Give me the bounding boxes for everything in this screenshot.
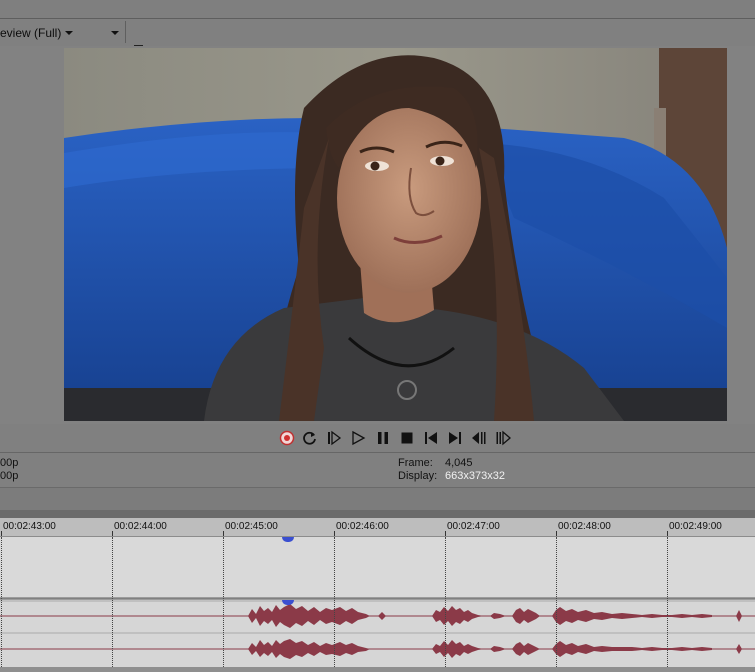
stop-icon[interactable] [398, 429, 416, 447]
window-top-strip [0, 0, 755, 19]
ruler-label: 00:02:49:00 [669, 521, 722, 532]
ruler-tick [556, 531, 557, 536]
timeline-gridline [223, 537, 224, 667]
ruler-label: 00:02:45:00 [225, 521, 278, 532]
previous-frame-icon[interactable] [470, 429, 488, 447]
ruler-tick [445, 531, 446, 536]
toolbar-separator [125, 21, 126, 43]
ruler-tick [112, 531, 113, 536]
play-icon[interactable] [349, 429, 367, 447]
ruler-tick [334, 531, 335, 536]
timeline-header-bar [0, 510, 755, 518]
timeline-gridline [667, 537, 668, 667]
project-info-line1: 00p [0, 457, 19, 469]
pause-icon[interactable] [374, 429, 392, 447]
project-info-line2: 00p [0, 470, 19, 482]
audio-track[interactable] [0, 599, 755, 668]
preview-toolbar: eview (Full) [0, 19, 755, 59]
timeline-bottom-edge [0, 667, 755, 672]
go-to-end-icon[interactable] [446, 429, 464, 447]
ruler-label: 00:02:46:00 [336, 521, 389, 532]
display-label: Display: [398, 470, 438, 482]
play-from-start-icon[interactable] [325, 429, 343, 447]
video-track[interactable] [0, 537, 755, 598]
timeline-gridline [1, 537, 2, 667]
transport-controls [0, 424, 755, 452]
record-icon[interactable] [278, 429, 296, 447]
ruler-tick [223, 531, 224, 536]
next-frame-icon[interactable] [494, 429, 512, 447]
display-value: 663x373x32 [445, 470, 505, 482]
ruler-tick [667, 531, 668, 536]
frame-value: 4,045 [445, 457, 473, 469]
ruler-tick [1, 531, 2, 536]
timeline-gridline [556, 537, 557, 667]
timeline-gridline [112, 537, 113, 667]
ruler-label: 00:02:43:00 [3, 521, 56, 532]
panel-divider [0, 487, 755, 511]
dropdown-arrow-icon[interactable] [63, 25, 75, 41]
ruler-label: 00:02:48:00 [558, 521, 611, 532]
preview-quality-label[interactable]: eview (Full) [0, 24, 61, 42]
timeline-gridline [334, 537, 335, 667]
dropdown-arrow-icon[interactable] [109, 25, 121, 41]
audio-waveform [0, 600, 755, 659]
go-to-start-icon[interactable] [422, 429, 440, 447]
frame-label: Frame: [398, 457, 433, 469]
timeline-gridline [445, 537, 446, 667]
video-frame-image [64, 48, 727, 421]
ruler-label: 00:02:47:00 [447, 521, 500, 532]
loop-icon[interactable] [301, 429, 319, 447]
ruler-label: 00:02:44:00 [114, 521, 167, 532]
preview-info-panel: 00p 00p Frame: 4,045 Display: 663x373x32 [0, 452, 755, 487]
video-preview-frame [64, 48, 727, 421]
timeline-ruler[interactable]: 00:02:43:00 00:02:44:00 00:02:45:00 00:0… [0, 518, 755, 537]
